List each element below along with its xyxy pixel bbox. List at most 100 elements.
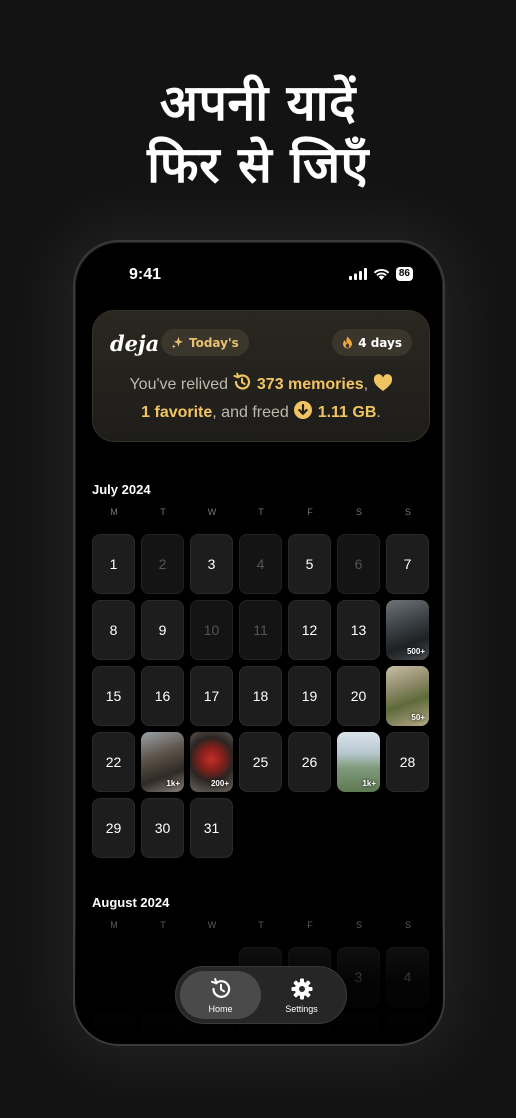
day-number: 1: [109, 556, 118, 572]
day-number: 26: [301, 754, 318, 770]
weekday-label: M: [110, 920, 118, 930]
day-cell[interactable]: 20: [337, 666, 380, 726]
day-cell[interactable]: 16: [141, 666, 184, 726]
weekday-label: T: [258, 920, 264, 930]
heart-icon: [373, 374, 392, 391]
day-cell[interactable]: 19: [288, 666, 331, 726]
day-number: 6: [354, 556, 363, 572]
weekday-label: S: [404, 507, 411, 517]
day-cell-photo[interactable]: 200+: [190, 732, 233, 792]
day-number: 8: [256, 1035, 265, 1046]
day-cell[interactable]: 8: [92, 600, 135, 660]
streak-label: 4 days: [358, 335, 402, 350]
day-cell[interactable]: 9: [141, 600, 184, 660]
memory-count-badge: 200+: [210, 779, 229, 788]
day-cell[interactable]: 7: [386, 534, 429, 594]
day-cell[interactable]: 4: [386, 947, 429, 1007]
day-cell[interactable]: 11: [386, 1013, 429, 1046]
day-cell[interactable]: 29: [92, 798, 135, 858]
battery-indicator: 86: [395, 267, 413, 281]
day-number: 3: [207, 556, 216, 572]
tab-settings[interactable]: Settings: [261, 971, 342, 1019]
weekday-label: W: [207, 920, 217, 930]
memory-count-badge: 1k+: [362, 779, 376, 788]
cellular-signal-icon: [348, 268, 367, 280]
todays-label: Today's: [189, 335, 239, 350]
weekday-label: W: [207, 507, 217, 517]
wifi-icon: [373, 268, 390, 280]
day-number: 10: [350, 1035, 367, 1046]
day-cell[interactable]: 13: [337, 600, 380, 660]
day-cell[interactable]: 12: [288, 600, 331, 660]
day-cell[interactable]: 10: [190, 600, 233, 660]
day-cell-photo[interactable]: 500+: [386, 600, 429, 660]
history-icon: [210, 977, 230, 998]
flame-icon: [343, 336, 353, 349]
download-circle-icon: [294, 401, 313, 419]
day-number: 7: [207, 1035, 216, 1046]
day-number: 20: [350, 688, 367, 704]
weekday-label: S: [355, 507, 362, 517]
day-cell[interactable]: 28: [386, 732, 429, 792]
day-number: 2: [158, 556, 167, 572]
day-cell[interactable]: 26: [288, 732, 331, 792]
day-cell[interactable]: 1: [92, 534, 135, 594]
day-number: 29: [105, 820, 122, 836]
headline-line-2: फिर से जिएँ: [147, 136, 369, 194]
day-number: 17: [203, 688, 220, 704]
day-cell[interactable]: 17: [190, 666, 233, 726]
day-cell[interactable]: 6: [337, 534, 380, 594]
day-number: 5: [305, 556, 314, 572]
tab-settings-label: Settings: [285, 1003, 318, 1014]
day-cell-photo[interactable]: 1k+: [141, 732, 184, 792]
day-number: 19: [301, 688, 318, 704]
day-cell-photo[interactable]: 1k+: [337, 732, 380, 792]
day-cell[interactable]: 25: [239, 732, 282, 792]
day-number: 13: [350, 622, 367, 638]
day-cell[interactable]: 22: [92, 732, 135, 792]
day-number: 7: [403, 556, 412, 572]
summary-text-3: , and freed: [212, 404, 294, 421]
day-cell[interactable]: 5: [288, 534, 331, 594]
day-number: 28: [399, 754, 416, 770]
day-number: 22: [105, 754, 122, 770]
tab-home[interactable]: Home: [180, 971, 261, 1019]
weekday-label: M: [110, 507, 118, 517]
memory-count-badge: 50+: [411, 713, 425, 722]
day-number: 6: [158, 1035, 167, 1046]
day-cell[interactable]: 4: [239, 534, 282, 594]
memories-count: 373 memories: [256, 376, 364, 393]
day-cell[interactable]: 15: [92, 666, 135, 726]
day-cell[interactable]: 31: [190, 798, 233, 858]
status-bar: 9:41 86: [75, 242, 443, 302]
summary-card[interactable]: deja Today's 4 days You've relived 373 m…: [92, 310, 430, 442]
todays-button[interactable]: Today's: [161, 329, 249, 356]
app-logo: deja: [110, 331, 160, 356]
summary-text-4: .: [376, 404, 381, 421]
status-icons: 86: [348, 267, 413, 281]
weekday-label: S: [404, 920, 411, 930]
day-cell[interactable]: 2: [141, 534, 184, 594]
day-cell[interactable]: 3: [190, 534, 233, 594]
day-cell[interactable]: 30: [141, 798, 184, 858]
day-number: 8: [109, 622, 118, 638]
freed-size: 1.11 GB: [317, 404, 377, 421]
day-cell[interactable]: 6: [141, 1013, 184, 1046]
weekday-header: MTWTFSS: [92, 507, 430, 517]
summary-text-1: You've relived: [129, 376, 233, 393]
tab-home-label: Home: [208, 1003, 233, 1014]
headline: अपनी यादें फिर से जिएँ: [0, 72, 516, 196]
streak-badge[interactable]: 4 days: [332, 329, 412, 356]
day-cell[interactable]: 5: [92, 1013, 135, 1046]
weekday-label: F: [307, 920, 313, 930]
day-cell[interactable]: 11: [239, 600, 282, 660]
weekday-header: MTWTFSS: [92, 920, 430, 930]
day-number: 15: [105, 688, 122, 704]
day-cell[interactable]: 10: [337, 1013, 380, 1046]
weekday-label: T: [258, 507, 264, 517]
day-cell-photo[interactable]: 50+: [386, 666, 429, 726]
relived-summary: You've relived 373 memories, 1 favorite,…: [103, 371, 419, 427]
day-number: 5: [109, 1035, 118, 1046]
day-cell[interactable]: 18: [239, 666, 282, 726]
day-number: 11: [400, 1035, 415, 1046]
